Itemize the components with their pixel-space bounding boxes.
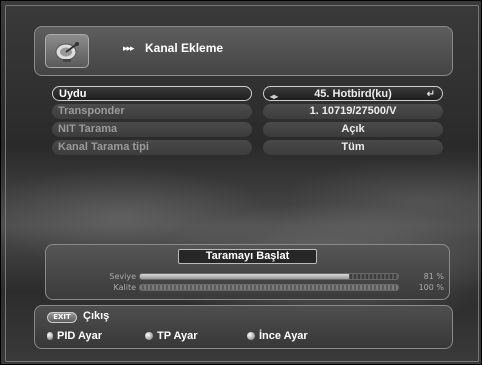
menu-value-kanal-tarama-tipi[interactable]: Tüm bbox=[263, 140, 443, 155]
signal-quality-bar bbox=[139, 284, 399, 291]
signal-quality-row: Kalite 100 % bbox=[46, 283, 451, 292]
exit-key-icon[interactable]: EXIT bbox=[47, 312, 77, 323]
exit-label: Çıkış bbox=[83, 310, 110, 322]
signal-level-label: Seviye bbox=[109, 272, 136, 281]
footer-help: EXIT Çıkış PID Ayar TP Ayar İnce Ayar bbox=[34, 305, 453, 349]
left-right-arrows-icon: ◂▸ bbox=[270, 92, 279, 101]
signal-level-row: Seviye 81 % bbox=[46, 272, 451, 281]
menu-label-uydu: Uydu bbox=[52, 86, 252, 101]
menu-row-kanal-tarama-tipi[interactable]: Kanal Tarama tipi Tüm bbox=[52, 140, 443, 156]
key-dot-icon bbox=[47, 332, 53, 340]
menu-row-transponder[interactable]: Transponder 1. 10719/27500/V bbox=[52, 104, 443, 120]
menu-value-transponder[interactable]: 1. 10719/27500/V bbox=[263, 104, 443, 119]
ince-ayar-label: İnce Ayar bbox=[259, 330, 308, 342]
menu-label-nit-tarama: NIT Tarama bbox=[52, 122, 252, 137]
menu-label-transponder: Transponder bbox=[52, 104, 252, 119]
menu-row-nit-tarama[interactable]: NIT Tarama Açık bbox=[52, 122, 443, 138]
signal-quality-label: Kalite bbox=[113, 283, 136, 292]
start-scan-button[interactable]: Taramayı Başlat bbox=[178, 249, 317, 264]
ince-ayar-key[interactable]: İnce Ayar bbox=[247, 330, 308, 342]
pid-ayar-label: PID Ayar bbox=[57, 330, 103, 342]
enter-icon: ↵ bbox=[426, 89, 435, 100]
signal-level-fill bbox=[140, 274, 349, 279]
tv-menu-screen: ▸▸▸ Kanal Ekleme Uydu ◂▸ 45. Hotbird(ku)… bbox=[0, 0, 482, 365]
tp-ayar-key[interactable]: TP Ayar bbox=[145, 330, 198, 342]
menu-value-uydu[interactable]: ◂▸ 45. Hotbird(ku) ↵ bbox=[263, 86, 443, 101]
pid-ayar-key[interactable]: PID Ayar bbox=[47, 330, 102, 342]
tp-ayar-label: TP Ayar bbox=[157, 330, 198, 342]
satellite-dish-icon bbox=[45, 34, 89, 68]
signal-level-percent: 81 % bbox=[423, 272, 444, 281]
title-bar: ▸▸▸ Kanal Ekleme bbox=[34, 26, 453, 76]
title-arrows-icon: ▸▸▸ bbox=[123, 44, 135, 54]
satellite-value: 45. Hotbird(ku) bbox=[314, 88, 392, 100]
signal-level-bar bbox=[139, 273, 399, 280]
menu-label-kanal-tarama-tipi: Kanal Tarama tipi bbox=[52, 140, 252, 155]
menu-value-nit-tarama[interactable]: Açık bbox=[263, 122, 443, 137]
key-dot-icon bbox=[145, 332, 153, 340]
scan-panel: Taramayı Başlat Seviye 81 % Kalite 100 % bbox=[45, 244, 450, 300]
signal-quality-fill bbox=[140, 285, 398, 290]
key-dot-icon bbox=[247, 332, 255, 340]
signal-quality-percent: 100 % bbox=[418, 283, 444, 292]
menu-row-uydu[interactable]: Uydu ◂▸ 45. Hotbird(ku) ↵ bbox=[52, 86, 443, 102]
page-title: Kanal Ekleme bbox=[145, 41, 224, 55]
